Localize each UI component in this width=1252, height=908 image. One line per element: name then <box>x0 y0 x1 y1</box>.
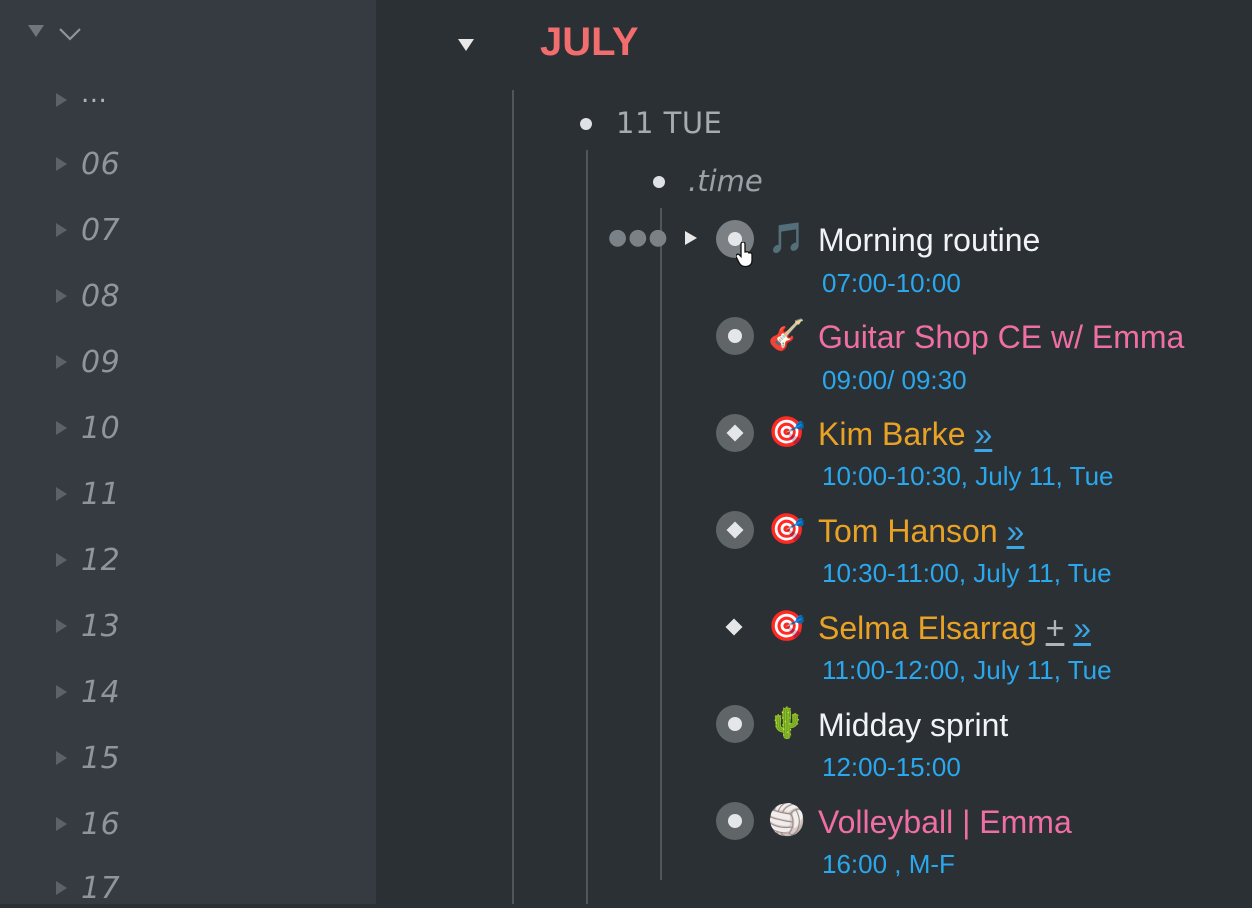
task-time: 07:00-10:00 <box>822 268 961 298</box>
expand-triangle-icon <box>56 553 67 567</box>
bullet-icon[interactable] <box>716 705 754 743</box>
sidebar-item-12[interactable]: 12 <box>56 540 120 580</box>
sidebar-item-label: 10 <box>81 410 121 446</box>
add-link[interactable]: + <box>1046 610 1065 646</box>
sidebar: ... 06 07 08 09 10 11 12 13 14 15 16 17 <box>0 0 376 906</box>
expand-triangle-icon <box>56 685 67 699</box>
sidebar-item-label: 06 <box>81 146 121 182</box>
task-title-morning-routine[interactable]: Morning routine <box>818 221 1040 259</box>
section-label: .time <box>688 164 763 198</box>
expand-triangle-icon <box>56 487 67 501</box>
sidebar-item-label: 14 <box>81 674 121 710</box>
sidebar-item-label: 13 <box>81 608 121 644</box>
bullet-icon[interactable] <box>716 317 754 355</box>
guitar-icon: 🎸 <box>768 318 806 353</box>
task-title-text: Selma Elsarrag <box>818 610 1037 646</box>
month-heading: JULY <box>540 20 639 64</box>
more-options-icon[interactable]: ●●● <box>608 225 669 250</box>
expand-triangle-icon <box>56 619 67 633</box>
music-note-icon: 🎵 <box>768 221 806 256</box>
task-time: 10:00-10:30, July 11, Tue <box>822 461 1114 491</box>
target-icon: 🎯 <box>768 512 806 547</box>
sidebar-item-15[interactable]: 15 <box>56 738 120 778</box>
expand-triangle-icon <box>56 751 67 765</box>
sidebar-item-17[interactable]: 17 <box>56 868 120 908</box>
volleyball-icon: 🏐 <box>768 803 806 838</box>
sidebar-item-08[interactable]: 08 <box>56 276 120 316</box>
expand-triangle-icon <box>56 93 67 107</box>
sidebar-item-label: 17 <box>81 870 121 906</box>
cactus-icon: 🌵 <box>768 706 806 741</box>
day-heading: 11 TUE <box>616 106 723 140</box>
sidebar-item-07[interactable]: 07 <box>56 210 120 250</box>
task-title-tom-hanson[interactable]: Tom Hanson » <box>818 512 1024 550</box>
sidebar-item-label: 07 <box>81 212 121 248</box>
sidebar-item-06[interactable]: 06 <box>56 144 120 184</box>
open-link[interactable]: » <box>1007 513 1025 549</box>
bullet-icon[interactable] <box>725 618 743 636</box>
sidebar-item-10[interactable]: 10 <box>56 408 120 448</box>
bullet-icon[interactable] <box>716 802 754 840</box>
expand-triangle-icon <box>56 157 67 171</box>
open-link[interactable]: » <box>974 416 992 452</box>
task-title-volleyball[interactable]: Volleyball | Emma <box>818 803 1072 841</box>
task-title-kim-barke[interactable]: Kim Barke » <box>818 415 992 453</box>
indent-guide <box>660 208 662 880</box>
expand-triangle-icon <box>56 817 67 831</box>
task-title-selma-elsarrag[interactable]: Selma Elsarrag + » <box>818 609 1091 647</box>
sidebar-item-label: 15 <box>81 740 121 776</box>
collapse-caret-icon[interactable] <box>28 25 44 37</box>
sidebar-item-label: 16 <box>81 806 121 842</box>
sidebar-item-label: 11 <box>81 476 121 512</box>
collapse-caret-icon[interactable] <box>458 39 474 51</box>
task-title-text: Kim Barke <box>818 416 966 452</box>
open-link[interactable]: » <box>1073 610 1091 646</box>
sidebar-item-ellipsis[interactable]: ... <box>56 79 108 120</box>
sidebar-item-label: 12 <box>81 542 121 578</box>
indent-guide <box>512 90 514 904</box>
sidebar-item-label: 08 <box>81 278 121 314</box>
task-time: 16:00 , M-F <box>822 849 955 879</box>
indent-guide <box>586 150 588 904</box>
expand-triangle-icon[interactable] <box>685 231 697 245</box>
sidebar-item-11[interactable]: 11 <box>56 474 120 514</box>
sidebar-item-16[interactable]: 16 <box>56 804 120 844</box>
sidebar-item-09[interactable]: 09 <box>56 342 120 382</box>
task-title-guitar-shop[interactable]: Guitar Shop CE w/ Emma <box>818 318 1184 356</box>
task-time: 11:00-12:00, July 11, Tue <box>822 655 1112 685</box>
bullet-icon[interactable] <box>716 511 754 549</box>
sidebar-item-14[interactable]: 14 <box>56 672 120 712</box>
bullet-icon[interactable] <box>716 414 754 452</box>
task-time: 10:30-11:00, July 11, Tue <box>822 558 1112 588</box>
task-time: 09:00/ 09:30 <box>822 365 967 395</box>
task-time: 12:00-15:00 <box>822 752 961 782</box>
sidebar-item-label: ... <box>81 79 108 109</box>
bullet-icon[interactable] <box>653 176 665 188</box>
target-icon: 🎯 <box>768 609 806 644</box>
expand-triangle-icon <box>56 881 67 895</box>
sidebar-item-13[interactable]: 13 <box>56 606 120 646</box>
expand-triangle-icon <box>56 355 67 369</box>
expand-triangle-icon <box>56 223 67 237</box>
task-title-text: Tom Hanson <box>818 513 998 549</box>
hand-cursor-icon <box>735 241 754 272</box>
target-icon: 🎯 <box>768 415 806 450</box>
sidebar-item-label: 09 <box>81 344 121 380</box>
chevron-down-icon[interactable] <box>58 26 82 46</box>
bullet-icon[interactable] <box>580 118 592 130</box>
expand-triangle-icon <box>56 289 67 303</box>
expand-triangle-icon <box>56 421 67 435</box>
task-title-midday-sprint[interactable]: Midday sprint <box>818 706 1008 744</box>
